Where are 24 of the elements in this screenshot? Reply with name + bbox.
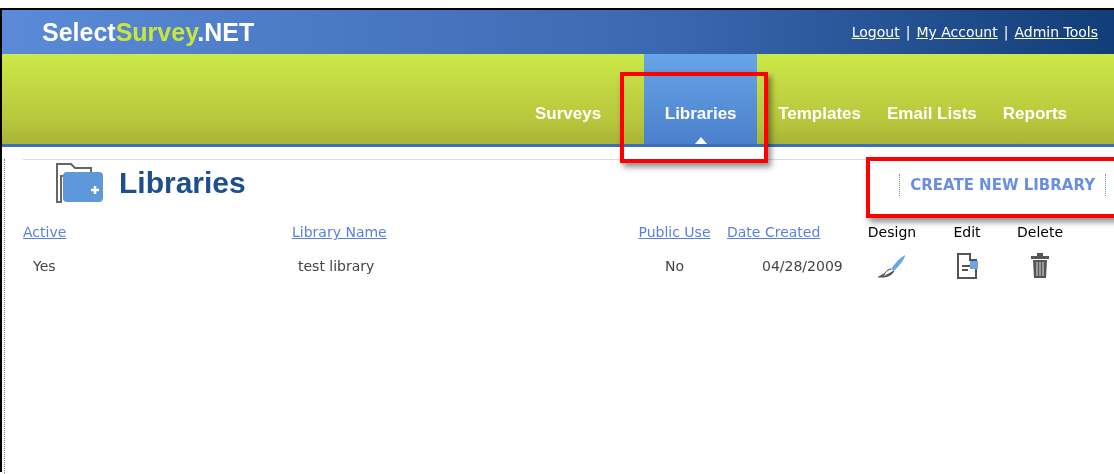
link-separator: | [905, 24, 911, 40]
document-edit-icon[interactable] [954, 252, 980, 280]
column-sort-link[interactable]: Date Created [727, 224, 821, 240]
column-label: Edit [953, 224, 981, 240]
header-link[interactable]: My Account [916, 24, 998, 40]
column-sort-link[interactable]: Public Use [638, 224, 711, 240]
table-cell-text: 04/28/2009 [761, 258, 843, 274]
column-label: Delete [1017, 224, 1063, 240]
header-link[interactable]: Logout [851, 24, 900, 40]
table-cell: No [664, 258, 684, 274]
nav-tab[interactable]: Libraries [644, 54, 758, 144]
column-sort-link[interactable]: Library Name [292, 224, 387, 240]
table-cell-text: Yes [32, 258, 56, 274]
folder-icon [55, 160, 105, 206]
column-sort-link[interactable]: Active [23, 224, 67, 240]
caret-icon [694, 137, 707, 144]
page-title: Libraries [119, 166, 246, 200]
header-link[interactable]: Admin Tools [1014, 24, 1098, 40]
link-separator: | [1003, 24, 1009, 40]
create-library-link[interactable]: CREATE NEW LIBRARY [899, 174, 1106, 196]
trash-icon[interactable] [1029, 253, 1051, 279]
app-logo: SelectSurvey.NET [42, 17, 255, 47]
column-label: Design [867, 224, 917, 240]
table-cell-text: test library [297, 258, 375, 274]
